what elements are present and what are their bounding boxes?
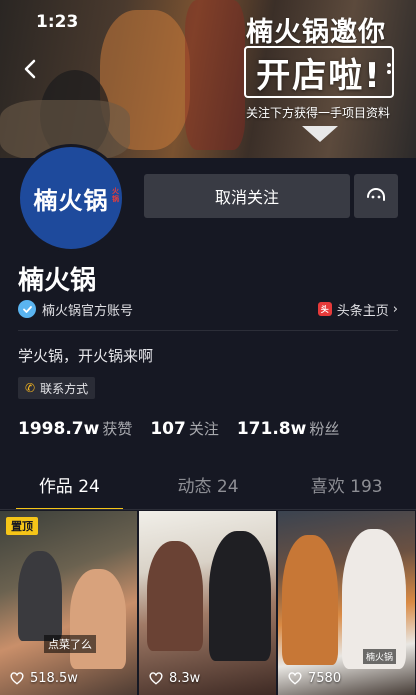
status-time: 1:23	[36, 12, 79, 32]
toutiao-label: 头条主页	[336, 303, 389, 319]
more-icon[interactable]	[376, 60, 402, 80]
tabs-divider	[0, 509, 416, 510]
pinned-badge: 置顶	[6, 517, 38, 535]
bio: 学火锅，开火锅来啊	[18, 347, 154, 365]
likes-count: 7580	[308, 671, 342, 686]
stat-label: 关注	[188, 420, 219, 438]
avatar[interactable]: 楠火锅 火锅	[17, 144, 125, 252]
chevron-right-icon: ›	[392, 301, 398, 317]
stat-likes: 1998.7w 获赞	[18, 418, 132, 439]
tab-activity[interactable]: 动态 24	[139, 468, 278, 510]
tab-works[interactable]: 作品 24	[0, 468, 139, 510]
video-likes: 8.3w	[149, 671, 200, 686]
stat-following[interactable]: 107 关注	[150, 418, 219, 439]
stat-value: 1998.7w	[18, 419, 100, 439]
tab-likes[interactable]: 喜欢 193	[277, 468, 416, 510]
unfollow-button[interactable]: 取消关注	[144, 174, 350, 218]
back-icon[interactable]	[20, 58, 42, 80]
stat-followers[interactable]: 171.8w 粉丝	[237, 418, 340, 439]
message-button[interactable]	[354, 174, 398, 218]
promo-subtitle: 关注下方获得一手项目资料	[246, 106, 391, 120]
verified-icon	[18, 300, 36, 318]
video-thumbnail[interactable]: 楠火锅 7580	[278, 511, 415, 695]
toutiao-icon: 头	[317, 302, 332, 316]
toutiao-link[interactable]: 头 头条主页 ›	[317, 300, 398, 319]
stats-row: 1998.7w 获赞 107 关注 171.8w 粉丝	[18, 418, 357, 439]
verified-label: 楠火锅官方账号	[42, 303, 134, 319]
verify-row: 楠火锅官方账号 头 头条主页 ›	[18, 298, 398, 320]
message-icon	[367, 188, 385, 201]
contact-button[interactable]: ✆ 联系方式	[18, 377, 96, 399]
down-arrow-icon	[302, 126, 338, 142]
stat-label: 粉丝	[309, 420, 340, 438]
promo-box: 开店啦!	[244, 46, 394, 98]
avatar-side-badge: 火锅	[112, 187, 119, 203]
phone-icon: ✆	[25, 381, 36, 395]
heart-icon	[288, 672, 302, 685]
promo-main: 开店啦!	[256, 55, 382, 96]
heart-icon	[149, 672, 163, 685]
video-likes: 7580	[288, 671, 341, 686]
likes-count: 518.5w	[30, 671, 78, 686]
video-caption: 楠火锅	[363, 649, 397, 664]
avatar-text: 楠火锅	[33, 185, 109, 215]
divider	[18, 330, 398, 331]
video-likes: 518.5w	[10, 671, 78, 686]
video-thumbnail[interactable]: 置顶 点菜了么 518.5w	[0, 511, 137, 695]
cover-banner: 1:23 楠火锅邀你 开店啦! 关注下方获得一手项目资料	[0, 0, 416, 158]
video-thumbnail[interactable]: 8.3w	[139, 511, 276, 695]
promo-title: 楠火锅邀你	[246, 17, 386, 48]
nickname: 楠火锅	[18, 266, 97, 296]
stat-value: 171.8w	[236, 419, 307, 439]
video-grid: 置顶 点菜了么 518.5w 8.3w 楠火锅 7580	[0, 511, 416, 695]
heart-icon	[10, 672, 24, 685]
likes-count: 8.3w	[169, 671, 201, 686]
content-tabs: 作品 24 动态 24 喜欢 193	[0, 468, 416, 510]
stat-label: 获赞	[102, 420, 133, 438]
stat-value: 107	[150, 419, 186, 439]
video-caption: 点菜了么	[44, 635, 96, 653]
contact-label: 联系方式	[40, 381, 89, 396]
